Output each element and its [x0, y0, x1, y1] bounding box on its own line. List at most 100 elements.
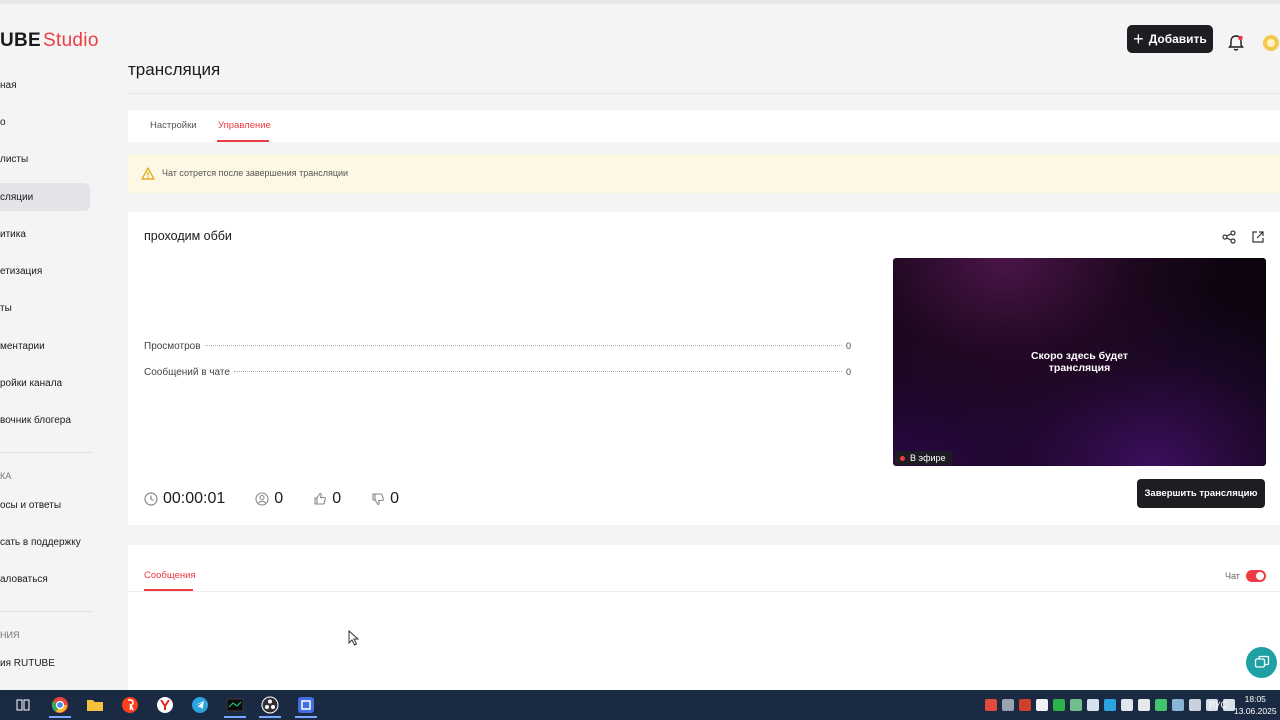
- sidebar-item-rutube-app[interactable]: ия RUTUBE: [0, 649, 90, 677]
- preview-placeholder: Скоро здесь будет трансляция: [893, 350, 1266, 374]
- sidebar-item-label: ментарии: [0, 340, 45, 352]
- tray-app-icon[interactable]: [1087, 699, 1099, 711]
- sidebar-item-main[interactable]: ная: [0, 71, 90, 99]
- stat-views: Просмотров 0: [144, 341, 851, 352]
- external-link-icon[interactable]: [1251, 230, 1265, 244]
- dislikes-counter: 0: [371, 490, 399, 508]
- warning-icon: [141, 167, 155, 180]
- clock-time: 18:05: [1244, 694, 1266, 704]
- tray-app-icon[interactable]: [1070, 699, 1082, 711]
- stat-label: Просмотров: [144, 341, 201, 352]
- sidebar-item-streams[interactable]: сляции: [0, 183, 90, 211]
- timer-value: 00:00:01: [163, 490, 226, 507]
- stat-chat-messages: Сообщений в чате 0: [144, 367, 851, 378]
- sidebar-item-blogger-guide[interactable]: вочник блогера: [0, 406, 90, 434]
- add-button-label: Добавить: [1148, 32, 1207, 46]
- telegram-icon[interactable]: [189, 694, 211, 716]
- stat-leader: [233, 371, 842, 372]
- preview-line-1: Скоро здесь будет: [1030, 350, 1129, 362]
- sidebar-item-label: о: [0, 116, 6, 128]
- sidebar-item-report[interactable]: аловаться: [0, 565, 90, 593]
- share-icon[interactable]: [1222, 230, 1236, 244]
- sidebar-item-payouts[interactable]: ты: [0, 294, 90, 322]
- tray-app-icon[interactable]: [1019, 699, 1031, 711]
- telegram-tray-icon[interactable]: [1104, 699, 1116, 711]
- tab-messages[interactable]: Сообщения: [144, 570, 196, 581]
- yandex-icon[interactable]: [119, 694, 141, 716]
- page-title: трансляция: [128, 60, 221, 79]
- thumbs-down-icon: [372, 493, 384, 506]
- header: UBE Studio + Добавить: [0, 4, 1280, 64]
- chrome-icon[interactable]: [49, 694, 71, 718]
- tabs-bar: Настройки Управление: [128, 110, 1280, 142]
- timer-counter: 00:00:01: [144, 490, 225, 508]
- sidebar-item-video[interactable]: о: [0, 108, 90, 136]
- rutube-studio-logo[interactable]: UBE Studio: [0, 30, 99, 52]
- avatar[interactable]: [1262, 34, 1280, 52]
- user-icon: [255, 492, 269, 506]
- tab-management[interactable]: Управление: [218, 120, 271, 131]
- chat-divider: [128, 591, 1280, 592]
- add-button[interactable]: + Добавить: [1127, 25, 1213, 53]
- sidebar-item-label: вочник блогера: [0, 414, 71, 426]
- tray-app-icon[interactable]: [1138, 699, 1150, 711]
- chat-bubble-icon: [1254, 655, 1269, 668]
- steam-icon[interactable]: [1172, 699, 1184, 711]
- media-app-icon[interactable]: [224, 694, 246, 718]
- sidebar-item-label: етизация: [0, 265, 43, 277]
- mouse-cursor-icon: [348, 630, 360, 646]
- tray-app-icon[interactable]: [1036, 699, 1048, 711]
- active-tab-indicator: [217, 140, 269, 142]
- language-indicator[interactable]: РУС: [1209, 700, 1227, 710]
- sidebar-item-channel-settings[interactable]: ройки канала: [0, 369, 90, 397]
- logo-brand: UBE: [0, 30, 42, 51]
- stream-preview[interactable]: Скоро здесь будет трансляция В эфире: [893, 258, 1266, 466]
- sidebar-item-label: аловаться: [0, 573, 48, 585]
- tray-app-icon[interactable]: [1002, 699, 1014, 711]
- live-label: В эфире: [910, 453, 946, 463]
- viewers-counter: 0: [255, 490, 283, 508]
- stat-value: 0: [845, 341, 851, 351]
- chat-toggle-label: Чат: [1225, 571, 1240, 581]
- sidebar-item-monetization[interactable]: етизация: [0, 257, 90, 285]
- chat-notice-banner: Чат сотрется после завершения трансляции: [128, 154, 1280, 193]
- stat-leader: [204, 345, 842, 346]
- tray-app-icon[interactable]: [1189, 699, 1201, 711]
- tray-app-icon[interactable]: [1053, 699, 1065, 711]
- sidebar-item-label: листы: [0, 153, 29, 165]
- sidebar-item-label: ройки канала: [0, 377, 63, 389]
- sidebar: ная о листы сляции итика етизация ты мен…: [0, 66, 92, 690]
- toggle-knob: [1256, 572, 1264, 580]
- sidebar-item-analytics[interactable]: итика: [0, 220, 90, 248]
- likes-counter: 0: [313, 490, 341, 508]
- file-explorer-icon[interactable]: [84, 694, 106, 716]
- chat-card: Сообщения Чат: [128, 545, 1280, 690]
- preview-line-2: трансляция: [1048, 362, 1111, 374]
- taskbar-clock[interactable]: 18:05 13.06.2025: [1234, 693, 1277, 717]
- bell-icon[interactable]: [1226, 33, 1246, 53]
- dislikes-value: 0: [390, 490, 399, 507]
- roblox-studio-icon[interactable]: [295, 694, 317, 718]
- stat-value: 0: [845, 367, 851, 377]
- yandex-browser-icon[interactable]: [154, 694, 176, 716]
- plus-icon: +: [1133, 29, 1144, 49]
- sidebar-item-support[interactable]: сать в поддержку: [0, 528, 90, 556]
- sidebar-divider: [0, 611, 91, 612]
- tray-app-icon[interactable]: [985, 699, 997, 711]
- sidebar-item-faq[interactable]: осы и ответы: [0, 491, 90, 519]
- microphone-icon[interactable]: [1121, 699, 1133, 711]
- task-view-icon[interactable]: [12, 694, 34, 716]
- end-stream-button[interactable]: Завершить трансляцию: [1137, 479, 1265, 508]
- help-button[interactable]: [1246, 647, 1277, 678]
- stream-name: проходим обби: [144, 229, 232, 243]
- chat-toggle[interactable]: [1246, 570, 1266, 582]
- sidebar-item-playlists[interactable]: листы: [0, 145, 90, 173]
- sidebar-item-comments[interactable]: ментарии: [0, 332, 90, 360]
- clock-icon: [144, 492, 158, 506]
- tray-app-icon[interactable]: [1155, 699, 1167, 711]
- tab-settings[interactable]: Настройки: [150, 120, 197, 131]
- sidebar-item-label: сать в поддержку: [0, 536, 81, 548]
- obs-icon[interactable]: [259, 694, 281, 718]
- sidebar-item-label: сляции: [0, 191, 34, 203]
- stream-counters: 00:00:01 0 0 0: [144, 489, 429, 509]
